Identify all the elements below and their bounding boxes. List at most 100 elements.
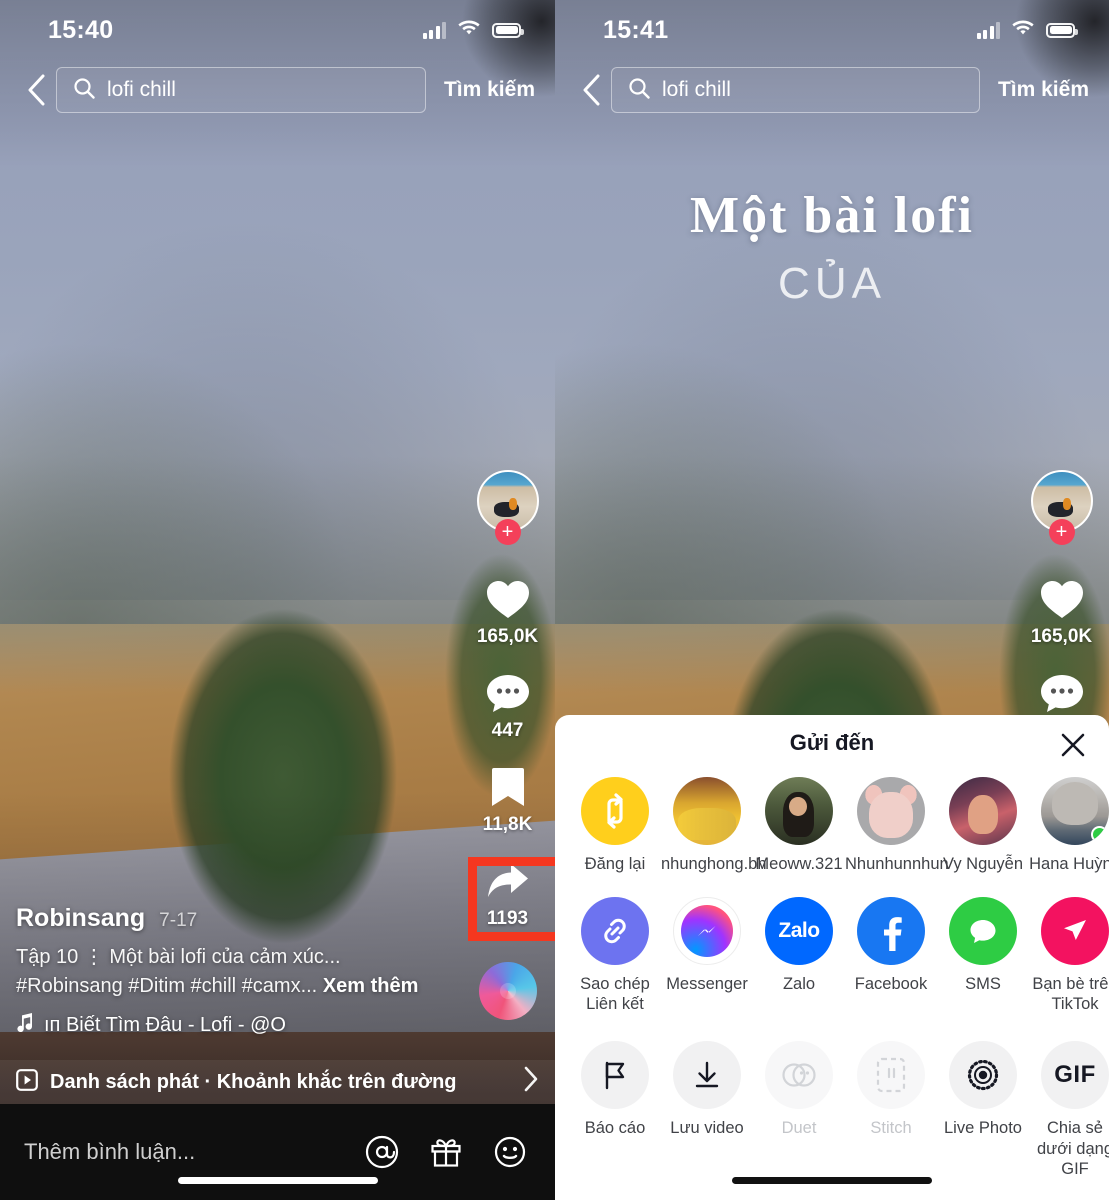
status-icons — [976, 20, 1078, 41]
chevron-right-icon[interactable] — [523, 1066, 539, 1099]
search-query-text: lofi chill — [662, 78, 731, 101]
share-app-label: Facebook — [854, 974, 928, 993]
share-contact-3[interactable]: Nhunhunnhun — [845, 777, 949, 875]
author-avatar[interactable]: + — [476, 470, 539, 545]
share-apps-row: Sao chép Liên kết Messenger Zalo Zalo Fa… — [555, 875, 1109, 1015]
stitch-icon — [857, 1040, 925, 1109]
live-photo-icon — [949, 1040, 1017, 1109]
battery-icon — [492, 22, 524, 38]
share-contact-2[interactable]: Meoww.321 — [753, 777, 845, 875]
at-mention-icon[interactable] — [363, 1133, 401, 1171]
action-rail: + 165,0K — [1014, 470, 1109, 742]
share-app-tiktok-friends[interactable]: Bạn bè trên TikTok — [1029, 896, 1109, 1015]
playlist-icon — [16, 1068, 38, 1096]
link-icon — [581, 896, 649, 965]
home-indicator — [732, 1177, 932, 1184]
share-app-label: Zalo — [782, 974, 816, 993]
share-contact-5[interactable]: Hana Huỳnh — [1029, 777, 1109, 875]
author-row: Robinsang 7-17 — [16, 904, 451, 933]
share-contact-label: Nhunhunnhun — [845, 855, 949, 873]
share-app-zalo[interactable]: Zalo Zalo — [753, 896, 845, 995]
share-contact-label: Đăng lại — [584, 855, 646, 873]
search-input[interactable]: lofi chill — [56, 67, 426, 113]
share-contact-1[interactable]: nhunghong.bh — [661, 777, 767, 875]
comment-button[interactable] — [1039, 670, 1085, 720]
wifi-icon — [458, 20, 480, 41]
status-clock: 15:41 — [603, 15, 669, 44]
gif-icon: GIF — [1041, 1040, 1109, 1109]
like-button[interactable]: 165,0K — [477, 576, 538, 648]
comment-input[interactable]: Thêm bình luận... — [24, 1139, 337, 1165]
share-action-label: Báo cáo — [584, 1118, 646, 1137]
close-x-icon[interactable] — [1055, 727, 1091, 763]
search-submit-button[interactable]: Tìm kiếm — [426, 78, 541, 102]
bookmark-icon — [485, 764, 531, 810]
search-icon — [73, 77, 95, 104]
action-rail: + 165,0K 447 11,8K 1193 — [460, 470, 555, 1020]
share-actions-row: Báo cáo Lưu video Duet Stitch Live Photo… — [555, 1015, 1109, 1180]
share-button[interactable]: 1193 — [485, 858, 531, 930]
flag-icon — [581, 1040, 649, 1109]
share-action-stitch: Stitch — [845, 1040, 937, 1139]
right-phone-screen: 15:41 lofi chill Tìm kiếm Một bài lofi C… — [555, 0, 1109, 1200]
caption-hashtags[interactable]: #Robinsang #Ditim #chill #camx... — [16, 975, 317, 997]
search-header: lofi chill Tìm kiếm — [0, 64, 555, 116]
share-app-facebook[interactable]: Facebook — [845, 896, 937, 995]
back-chevron-icon[interactable] — [16, 70, 56, 110]
status-icons — [422, 20, 524, 41]
post-date: 7-17 — [159, 910, 198, 932]
left-phone-screen: 15:40 lofi chill Tìm kiếm + 165,0K 447 1… — [0, 0, 555, 1200]
share-contact-4[interactable]: Vy Nguyễn — [937, 777, 1029, 875]
like-button[interactable]: 165,0K — [1031, 576, 1092, 648]
back-chevron-icon[interactable] — [571, 70, 611, 110]
repost-icon — [581, 777, 649, 845]
search-icon — [628, 77, 650, 104]
share-sheet: Gửi đến Đăng lại nhunghong.bh Meoww.321 … — [555, 715, 1109, 1200]
playlist-bar[interactable]: Danh sách phát · Khoảnh khắc trên đường — [0, 1060, 555, 1104]
author-name[interactable]: Robinsang — [16, 904, 145, 933]
share-app-messenger[interactable]: Messenger — [661, 896, 753, 995]
share-action-label: Live Photo — [944, 1118, 1022, 1137]
search-submit-button[interactable]: Tìm kiếm — [980, 78, 1095, 102]
comment-count: 447 — [491, 720, 524, 741]
sms-icon — [949, 896, 1017, 965]
video-caption: Robinsang 7-17 Tập 10 ⋮ Một bài lofi của… — [16, 904, 451, 1038]
caption-line-1: Tập 10 ⋮ Một bài lofi của cảm xúc... — [16, 946, 341, 969]
contact-avatar — [673, 777, 741, 845]
like-count: 165,0K — [1030, 626, 1093, 647]
share-app-label: Messenger — [666, 974, 748, 993]
online-status-dot — [1091, 826, 1108, 843]
gift-icon[interactable] — [427, 1133, 465, 1171]
share-action-share-gif[interactable]: GIF Chia sẻ dưới dạng GIF — [1029, 1040, 1109, 1180]
comment-icon — [1039, 670, 1085, 716]
author-avatar[interactable]: + — [1030, 470, 1093, 545]
see-more-button[interactable]: Xem thêm — [323, 975, 419, 997]
comment-button[interactable]: 447 — [485, 670, 531, 742]
share-app-label: SMS — [965, 974, 1001, 993]
share-sheet-header: Gửi đến — [555, 715, 1109, 771]
share-app-sms[interactable]: SMS — [937, 896, 1029, 995]
share-contact-repost[interactable]: Đăng lại — [569, 777, 661, 875]
share-action-live-photo[interactable]: Live Photo — [937, 1040, 1029, 1139]
playlist-title: Danh sách phát · Khoảnh khắc trên đường — [50, 1070, 457, 1093]
music-disc-icon[interactable] — [478, 962, 537, 1020]
share-contact-label: Vy Nguyễn — [942, 855, 1024, 873]
share-app-copy-link[interactable]: Sao chép Liên kết — [569, 896, 661, 1015]
share-contact-label: nhunghong.bh — [661, 855, 767, 873]
search-header: lofi chill Tìm kiếm — [555, 64, 1109, 116]
status-bar: 15:40 — [0, 0, 555, 60]
status-clock: 15:40 — [48, 15, 114, 44]
dual-screenshot-comparison: 15:40 lofi chill Tìm kiếm + 165,0K 447 1… — [0, 0, 1109, 1200]
comment-icon — [485, 670, 531, 716]
home-indicator — [177, 1177, 378, 1184]
bookmark-button[interactable]: 11,8K — [483, 764, 532, 836]
contact-avatar — [765, 777, 833, 845]
follow-button[interactable]: + — [494, 519, 521, 545]
follow-button[interactable]: + — [1048, 519, 1075, 545]
share-action-save-video[interactable]: Lưu video — [661, 1040, 753, 1139]
music-row[interactable]: ıп Biết Tìm Đâu - Lofi - @O — [16, 1012, 451, 1038]
messenger-icon — [673, 896, 741, 965]
search-input[interactable]: lofi chill — [611, 67, 980, 113]
share-action-report[interactable]: Báo cáo — [569, 1040, 661, 1139]
emoji-smiley-icon[interactable] — [491, 1133, 529, 1171]
